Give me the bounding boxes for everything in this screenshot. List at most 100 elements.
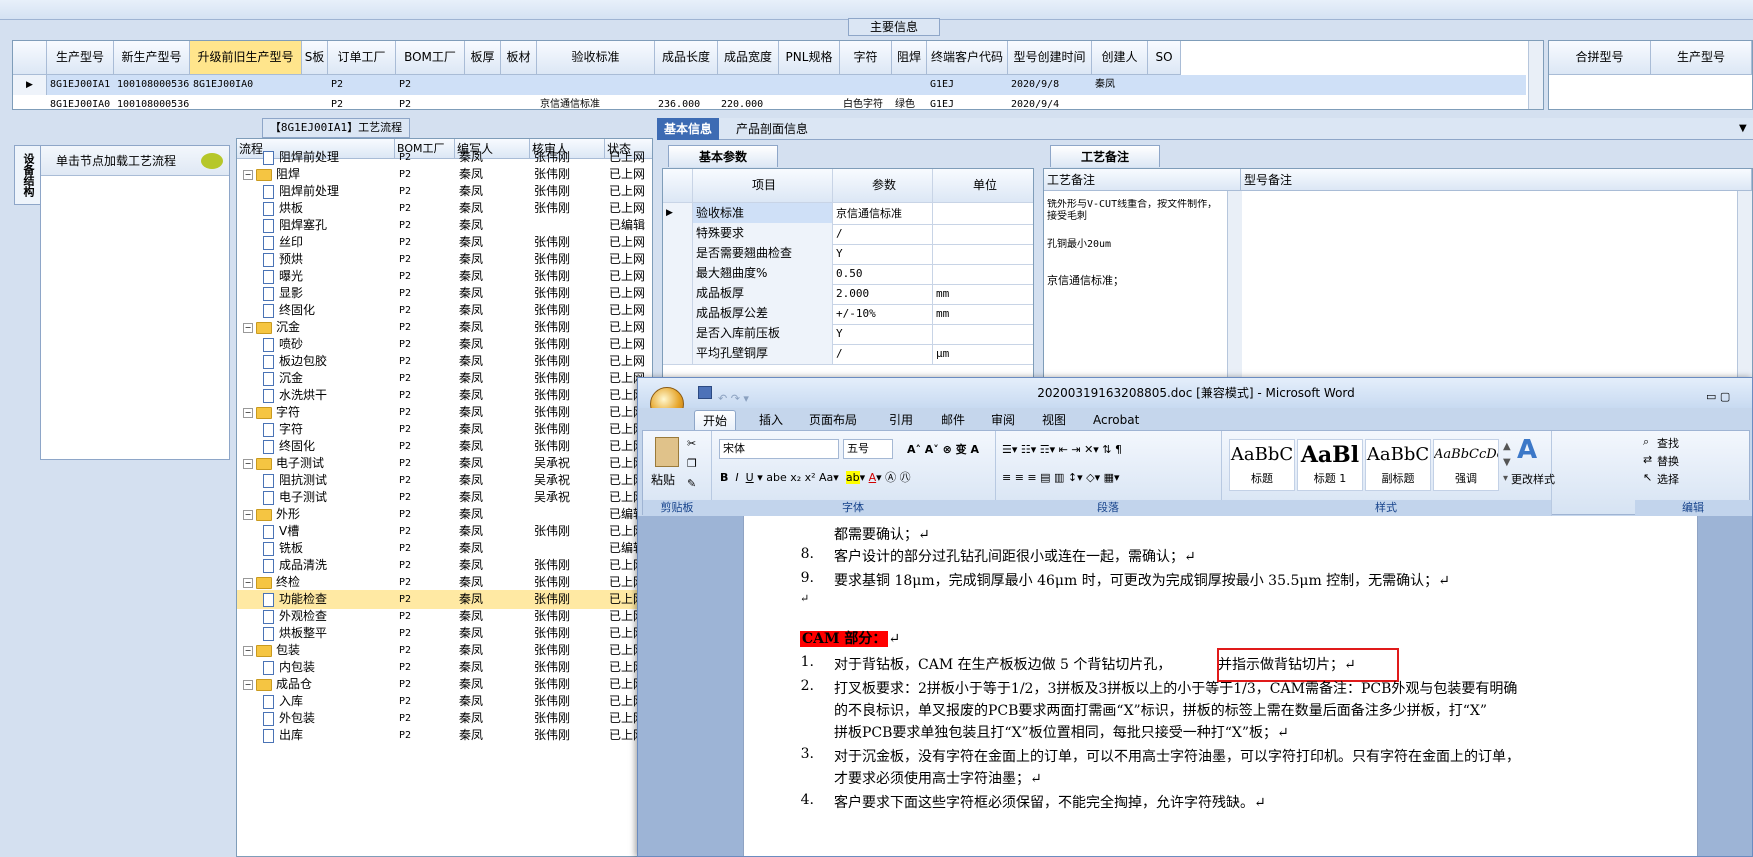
param-cell-value[interactable]: Y <box>833 243 933 265</box>
param-row[interactable]: 是否入库前压板 Y <box>663 323 1033 345</box>
word-tab-home[interactable]: 开始 <box>694 410 737 431</box>
alignment-icons[interactable]: ≡ ≡ ≡ ▤ ▥ ↕▾ ◇▾ ▦▾ <box>1001 467 1215 487</box>
tab-basic-params[interactable]: 基本参数 <box>668 145 778 167</box>
styles-scroll-icons[interactable]: ▲ ▼ ▾ <box>1503 439 1511 487</box>
main-cell-0-2[interactable]: 8G1EJ00IA0 <box>190 75 302 95</box>
expand-toggle-icon[interactable]: − <box>243 577 253 588</box>
main-col-13[interactable]: 阻焊 <box>892 41 927 75</box>
param-row-selector-icon[interactable] <box>663 243 693 265</box>
main-cell-1-3[interactable] <box>302 95 328 115</box>
vertical-tab-equipment[interactable]: 设备结构 <box>14 145 40 205</box>
main-cell-0-7[interactable] <box>501 75 537 95</box>
main-cell-1-8[interactable]: 京信通信标准 <box>537 95 655 115</box>
param-row-selector-icon[interactable] <box>663 223 693 245</box>
param-cell-value[interactable]: +/-10% <box>833 303 933 325</box>
word-tab-view[interactable]: 视图 <box>1034 410 1074 430</box>
process-tree[interactable]: 流程 BOM工厂 编写人 核审人 状态 阻焊前处理 P2 秦凤 张伟刚 已上网 − 阻焊 P2… <box>236 138 653 857</box>
expand-toggle-icon[interactable]: − <box>243 509 253 520</box>
font-name-select[interactable]: 宋体 <box>719 439 839 459</box>
craft-note-0[interactable]: 铣外形与V-CUT线重合，按文件制作，接受毛刺 <box>1047 199 1227 223</box>
main-info-grid[interactable]: 生产型号 新生产型号 升级前旧生产型号 S板 订单工厂 BOM工厂 板厚 板材 验收标准 成品长度… <box>12 40 1544 110</box>
main-cell-0-5[interactable]: P2 <box>396 75 465 95</box>
paste-button[interactable]: 粘贴 <box>651 471 675 488</box>
main-cell-0-14[interactable]: G1EJ <box>927 75 1008 95</box>
expand-toggle-icon[interactable]: − <box>243 679 253 690</box>
model-notes-scrollbar[interactable] <box>1737 191 1752 377</box>
param-row[interactable]: 特殊要求 / <box>663 223 1033 245</box>
main-cell-0-10[interactable] <box>718 75 779 95</box>
main-cell-0-17[interactable] <box>1148 75 1181 95</box>
main-cell-0-16[interactable]: 秦凤 <box>1092 75 1148 95</box>
param-col-item[interactable]: 项目 <box>693 169 833 203</box>
main-col-3[interactable]: S板 <box>302 41 328 75</box>
param-row-selector-icon[interactable] <box>663 303 693 325</box>
param-row-selector-icon[interactable]: ▶ <box>663 203 693 225</box>
main-col-8[interactable]: 验收标准 <box>537 41 655 75</box>
param-col-unit[interactable]: 单位 <box>933 169 1033 203</box>
main-cell-1-15[interactable]: 2020/9/4 <box>1008 95 1092 115</box>
word-window[interactable]: ↶ ↷ ▾ 20200319163208805.doc [兼容模式] - Mic… <box>637 377 1753 857</box>
param-row[interactable]: 平均孔壁铜厚 / μm <box>663 343 1033 365</box>
main-cell-1-11[interactable] <box>779 95 840 115</box>
style-heading1[interactable]: AaBl 标题 1 <box>1297 439 1363 491</box>
expand-toggle-icon[interactable]: − <box>243 458 253 469</box>
main-cell-1-17[interactable] <box>1148 95 1181 115</box>
craft-col-model-notes[interactable]: 型号备注 <box>1241 169 1752 191</box>
row-selector-icon[interactable]: ▶ <box>13 75 47 95</box>
main-cell-1-9[interactable]: 236.000 <box>655 95 718 115</box>
expand-toggle-icon[interactable]: − <box>243 407 253 418</box>
main-col-5[interactable]: BOM工厂 <box>396 41 465 75</box>
craft-note-2[interactable]: 京信通信标准； <box>1047 272 1227 288</box>
tree-row[interactable]: 出库 P2 秦凤 张伟刚 已上网 <box>237 726 652 745</box>
style-title[interactable]: AaBbC 标题 <box>1229 439 1295 491</box>
merge-col-1[interactable]: 生产型号 <box>1651 41 1752 75</box>
tab-product-profile[interactable]: 产品剖面信息 <box>729 118 815 140</box>
main-col-14[interactable]: 终端客户代码 <box>927 41 1008 75</box>
word-tab-review[interactable]: 审阅 <box>983 410 1023 430</box>
expand-toggle-icon[interactable]: − <box>243 322 253 333</box>
craft-col-notes[interactable]: 工艺备注 <box>1044 169 1241 191</box>
param-cell-value[interactable]: 0.50 <box>833 263 933 285</box>
main-col-12[interactable]: 字符 <box>840 41 892 75</box>
param-row-selector-icon[interactable] <box>663 283 693 305</box>
font-size-select[interactable]: 五号 <box>843 439 893 459</box>
main-col-15[interactable]: 型号创建时间 <box>1008 41 1092 75</box>
main-grid-scrollbar[interactable] <box>1528 41 1543 109</box>
param-row[interactable]: 成品板厚 2.000 mm <box>663 283 1033 305</box>
word-titlebar[interactable]: ↶ ↷ ▾ 20200319163208805.doc [兼容模式] - Mic… <box>638 378 1752 408</box>
main-cell-1-4[interactable]: P2 <box>328 95 396 115</box>
main-cell-0-6[interactable] <box>465 75 501 95</box>
merge-col-0[interactable]: 合拼型号 <box>1549 41 1651 75</box>
change-styles-icon[interactable]: A <box>1517 435 1537 465</box>
main-col-10[interactable]: 成品宽度 <box>718 41 779 75</box>
main-col-4[interactable]: 订单工厂 <box>328 41 396 75</box>
tabs-dropdown-icon[interactable]: ▼ <box>1732 118 1753 140</box>
param-row-selector-icon[interactable] <box>663 323 693 345</box>
tab-craft-notes[interactable]: 工艺备注 <box>1050 145 1160 167</box>
main-cell-0-15[interactable]: 2020/9/8 <box>1008 75 1092 95</box>
param-cell-value[interactable]: 2.000 <box>833 283 933 305</box>
expand-toggle-icon[interactable]: − <box>243 169 253 180</box>
word-tab-mailings[interactable]: 邮件 <box>933 410 973 430</box>
main-cell-1-12[interactable]: 白色字符 <box>840 95 892 115</box>
param-row[interactable]: ▶ 验收标准 京信通信标准 <box>663 203 1033 225</box>
word-tab-insert[interactable]: 插入 <box>751 410 791 430</box>
main-cell-0-9[interactable] <box>655 75 718 95</box>
style-subtitle[interactable]: AaBbC 副标题 <box>1365 439 1431 491</box>
main-cell-0-8[interactable] <box>537 75 655 95</box>
param-row-selector-icon[interactable] <box>663 343 693 365</box>
main-cell-0-1[interactable]: 10010800053697 <box>114 75 190 95</box>
main-col-0[interactable]: 生产型号 <box>47 41 114 75</box>
param-cell-value[interactable]: / <box>833 343 933 365</box>
param-row[interactable]: 成品板厚公差 +/-10% mm <box>663 303 1033 325</box>
copy-icon[interactable]: ❐ <box>687 457 697 470</box>
main-cell-1-2[interactable] <box>190 95 302 115</box>
main-cell-0-13[interactable] <box>892 75 927 95</box>
param-row[interactable]: 是否需要翘曲检查 Y <box>663 243 1033 265</box>
param-row-selector-icon[interactable] <box>663 263 693 285</box>
tree-node-label[interactable]: 出库 <box>263 726 395 745</box>
select-icon[interactable]: ↖ <box>1643 471 1652 484</box>
word-tab-layout[interactable]: 页面布局 <box>801 410 865 430</box>
change-styles-button[interactable]: 更改样式 <box>1511 471 1555 487</box>
font-format-icons[interactable]: B I U ▾ abe x₂ x² Aa▾ ab▾ A▾ Ⓐ ㊇ <box>719 467 989 487</box>
